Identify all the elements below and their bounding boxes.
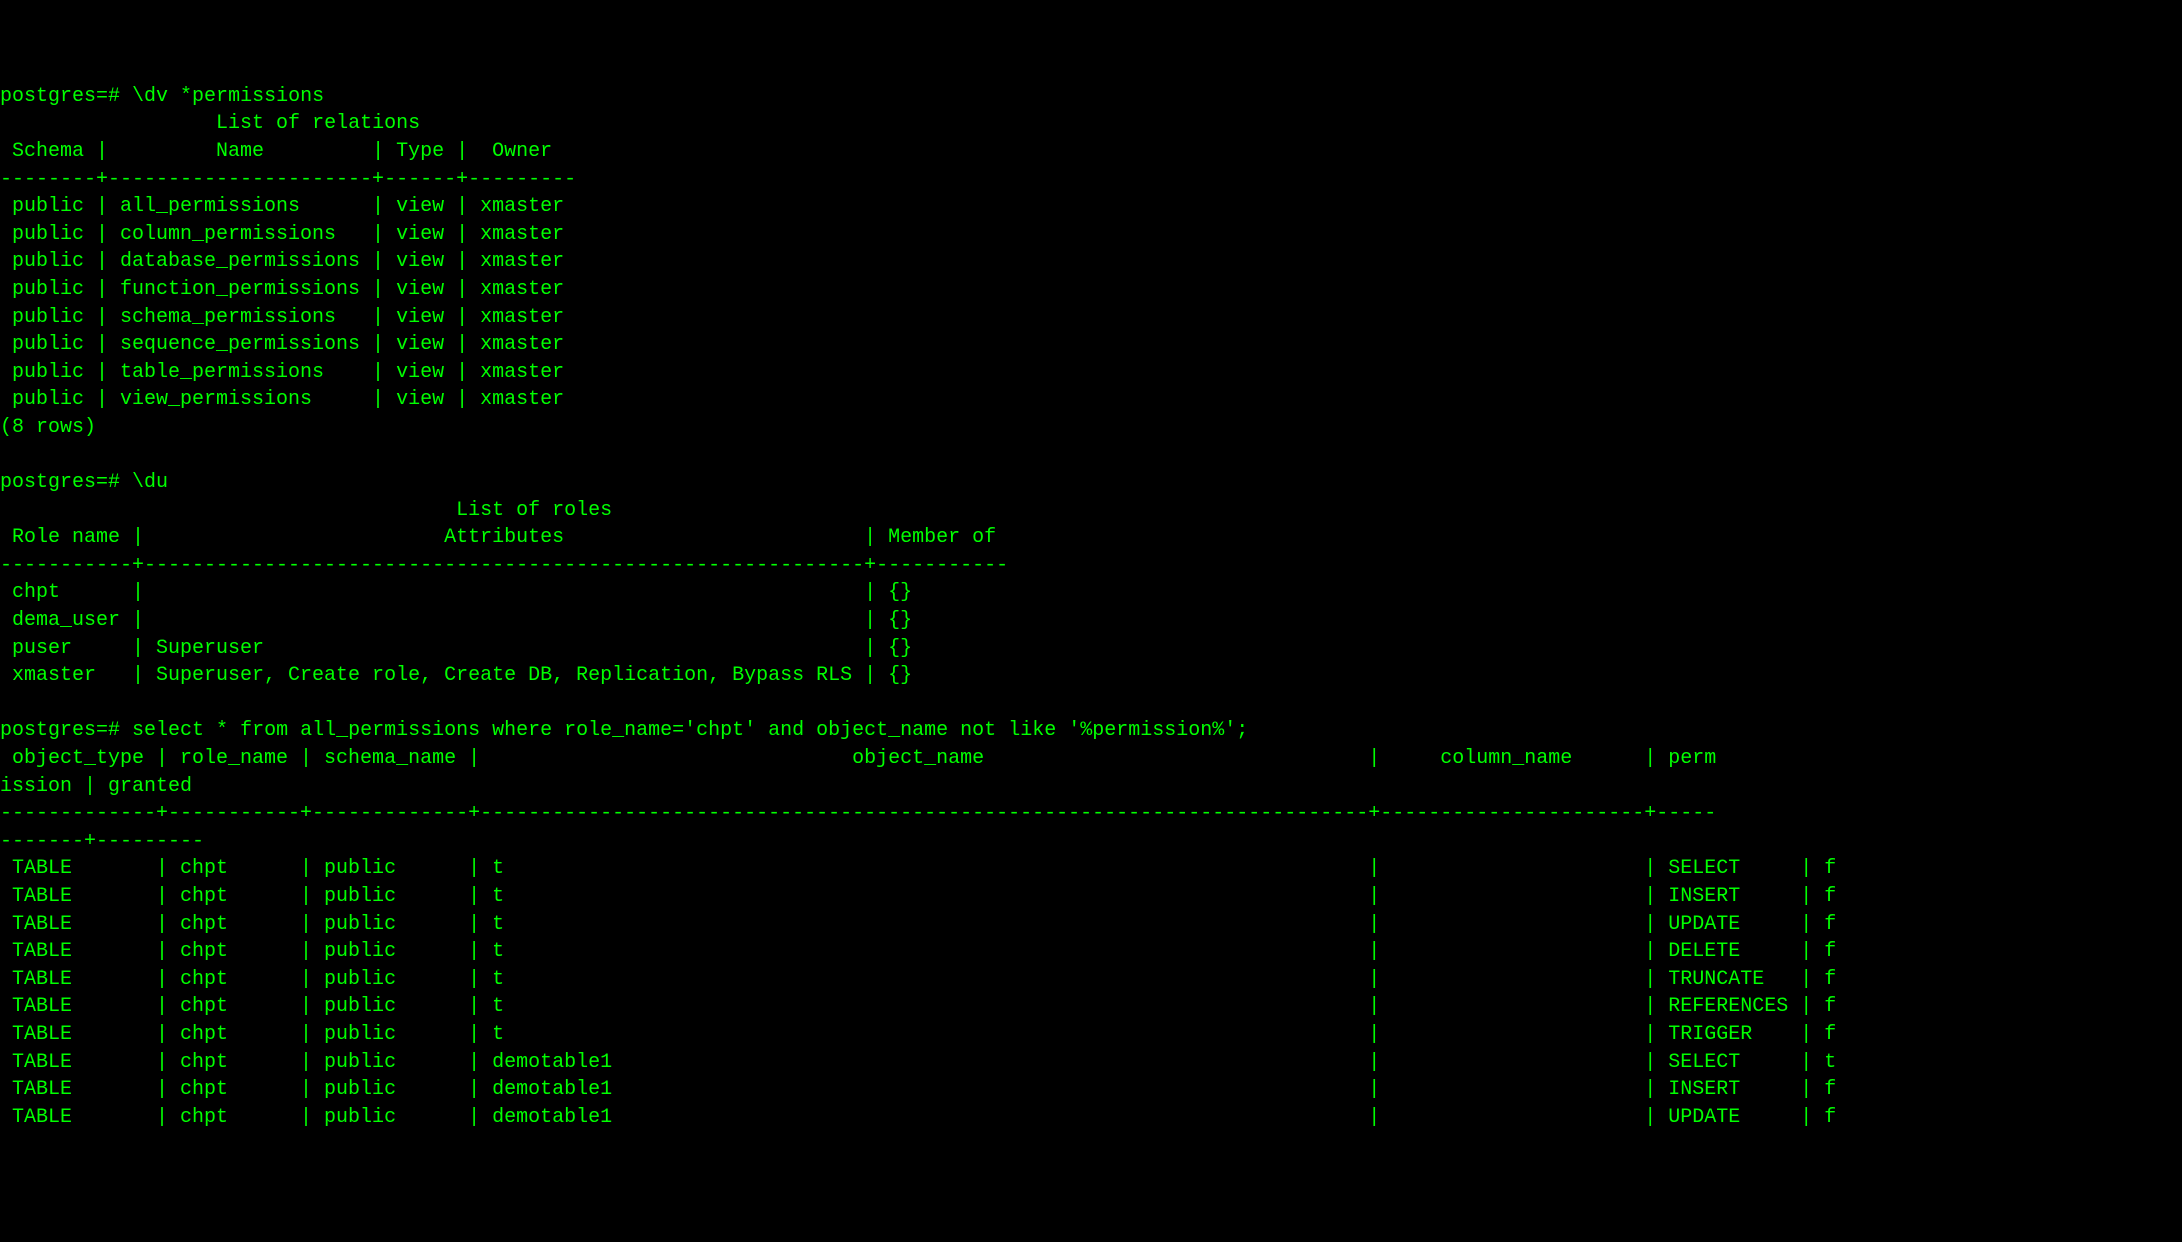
query-row: TABLE | chpt | public | t | | UPDATE | f [0, 913, 1836, 936]
roles-header: Role name | Attributes | Member of [12, 526, 1008, 549]
query-row: TABLE | chpt | public | t | | DELETE | f [0, 940, 1836, 963]
relations-row: public | schema_permissions | view | xma… [0, 306, 564, 329]
query-row: TABLE | chpt | public | demotable1 | | S… [0, 1051, 1836, 1074]
relations-row: public | sequence_permissions | view | x… [0, 333, 564, 356]
query-row: TABLE | chpt | public | demotable1 | | U… [0, 1106, 1836, 1129]
relations-row: public | table_permissions | view | xmas… [0, 361, 564, 384]
query-divider-cont: -------+--------- [0, 830, 204, 853]
roles-row: puser | Superuser | {} [0, 637, 912, 660]
relations-footer: (8 rows) [0, 416, 96, 439]
query-row: TABLE | chpt | public | demotable1 | | I… [0, 1078, 1836, 1101]
terminal-output[interactable]: postgres=# \dv *permissions List of rela… [0, 83, 2182, 1132]
roles-title: List of roles [456, 499, 612, 522]
prompt: postgres=# [0, 719, 120, 742]
command-2: \du [132, 471, 168, 494]
relations-row: public | function_permissions | view | x… [0, 278, 564, 301]
prompt: postgres=# [0, 471, 120, 494]
relations-header: Schema | Name | Type | Owner [12, 140, 576, 163]
relations-divider: --------+----------------------+------+-… [0, 168, 576, 191]
relations-row: public | column_permissions | view | xma… [0, 223, 564, 246]
command-1: \dv *permissions [132, 85, 324, 108]
query-row: TABLE | chpt | public | t | | SELECT | f [0, 857, 1836, 880]
roles-row: dema_user | | {} [0, 609, 912, 632]
relations-row: public | view_permissions | view | xmast… [0, 388, 564, 411]
relations-row: public | all_permissions | view | xmaste… [0, 195, 564, 218]
relations-title: List of relations [216, 112, 420, 135]
query-divider: -------------+-----------+-------------+… [0, 802, 1716, 825]
prompt: postgres=# [0, 85, 120, 108]
query-row: TABLE | chpt | public | t | | TRUNCATE |… [0, 968, 1836, 991]
roles-row: chpt | | {} [0, 581, 912, 604]
roles-divider: -----------+----------------------------… [0, 554, 1008, 577]
relations-row: public | database_permissions | view | x… [0, 250, 564, 273]
command-3: select * from all_permissions where role… [132, 719, 1248, 742]
query-row: TABLE | chpt | public | t | | REFERENCES… [0, 995, 1836, 1018]
roles-row: xmaster | Superuser, Create role, Create… [0, 664, 912, 687]
query-header-line2: ission | granted [0, 775, 204, 798]
query-row: TABLE | chpt | public | t | | TRIGGER | … [0, 1023, 1836, 1046]
query-header-line1: object_type | role_name | schema_name | … [0, 747, 1716, 770]
query-row: TABLE | chpt | public | t | | INSERT | f [0, 885, 1836, 908]
